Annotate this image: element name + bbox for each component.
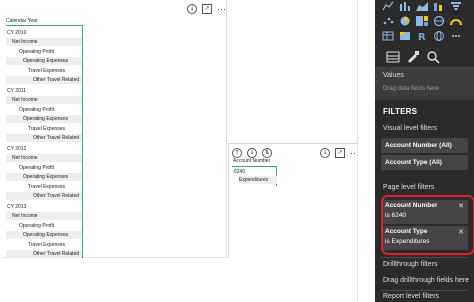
- matrix-row[interactable]: Travel Expenses: [6, 67, 82, 75]
- matrix-row[interactable]: Travel Expenses: [6, 241, 82, 249]
- matrix-row[interactable]: Operating Profit: [6, 48, 82, 56]
- table-column-header[interactable]: Account Number: [233, 158, 270, 164]
- table-row[interactable]: 6240: [234, 168, 245, 176]
- matrix-row-header[interactable]: Calendar Year: [6, 18, 83, 24]
- matrix-row[interactable]: Operating Expenses: [6, 57, 82, 66]
- visual-level-filters-label: Visual level filters: [383, 125, 437, 132]
- visual-filter-card[interactable]: Account Number (All): [381, 138, 468, 153]
- focus-mode-icon[interactable]: ↗: [202, 4, 212, 14]
- drillthrough-placeholder[interactable]: Drag drillthrough fields here: [383, 277, 469, 284]
- visual-header-toolbar: ↓ ↗ ⋯: [320, 147, 359, 159]
- table-visual[interactable]: ↑ ↓ ⇅ ↓ ↗ ⋯ Account Number 6240 Expenditu…: [228, 143, 359, 258]
- pane-tabs: [375, 46, 474, 68]
- matrix-row[interactable]: Operating Profit: [6, 106, 82, 114]
- drill-mode-icon[interactable]: ↓: [247, 148, 257, 158]
- analytics-tab-icon[interactable]: [425, 50, 441, 64]
- matrix-row[interactable]: Net Income: [6, 154, 82, 163]
- treemap-icon[interactable]: [416, 16, 428, 26]
- visual-header-toolbar: ↓ ↗ ⋯: [187, 3, 226, 15]
- matrix-row[interactable]: Other Travel Related: [6, 250, 82, 258]
- page-level-filters-label: Page level filters: [383, 184, 435, 191]
- canvas-scroll-area: [357, 0, 375, 302]
- drillthrough-filters-label: Drillthrough filters: [383, 261, 438, 268]
- matrix-icon[interactable]: [399, 31, 411, 41]
- matrix-row[interactable]: Operating Expenses: [6, 173, 82, 182]
- matrix-row[interactable]: Travel Expenses: [6, 125, 82, 133]
- filters-title: FILTERS: [383, 107, 418, 116]
- table-icon[interactable]: [382, 31, 394, 41]
- more-visuals-icon[interactable]: [450, 31, 462, 41]
- matrix-visual[interactable]: ↓ ↗ ⋯ Calendar Year CY 2010 Net Income Ope…: [2, 0, 227, 258]
- values-well[interactable]: Values Drag data fields here: [375, 68, 474, 100]
- matrix-row[interactable]: Other Travel Related: [6, 134, 82, 142]
- matrix-row[interactable]: Net Income: [6, 38, 82, 47]
- values-label: Values: [383, 72, 404, 79]
- map-icon[interactable]: [433, 16, 445, 26]
- matrix-group-header[interactable]: CY 2011: [6, 87, 82, 95]
- drill-down-icon[interactable]: ↓: [320, 148, 330, 158]
- matrix-row[interactable]: Operating Expenses: [6, 115, 82, 124]
- matrix-row[interactable]: Operating Expenses: [6, 231, 82, 240]
- values-placeholder: Drag data fields here: [383, 86, 439, 92]
- matrix-group-header[interactable]: CY 2012: [6, 145, 82, 153]
- fields-tab-icon[interactable]: [385, 50, 401, 64]
- svg-text:R: R: [418, 32, 426, 41]
- matrix-group-header[interactable]: CY 2013: [6, 203, 82, 211]
- matrix-row[interactable]: Net Income: [6, 212, 82, 221]
- matrix-row[interactable]: Travel Expenses: [6, 183, 82, 191]
- area-chart-icon[interactable]: [416, 1, 428, 11]
- focus-mode-icon[interactable]: ↗: [335, 148, 345, 158]
- gauge-icon[interactable]: [450, 16, 462, 26]
- matrix-group-header[interactable]: CY 2010: [6, 29, 82, 37]
- line-chart-icon[interactable]: [382, 1, 394, 11]
- table-body: 6240 Expenditures: [232, 166, 277, 186]
- filter-card-title: Account Type (All): [385, 159, 442, 166]
- expand-next-level-icon[interactable]: ⇅: [262, 148, 272, 158]
- bar-chart-icon[interactable]: [399, 1, 411, 11]
- table-row[interactable]: Expenditures: [239, 176, 277, 184]
- matrix-row[interactable]: Operating Profit: [6, 164, 82, 172]
- visualizations-pane: R Values Drag data fields here FILTERS V…: [375, 0, 474, 302]
- report-level-filters-label: Report level filters: [383, 293, 440, 300]
- matrix-row[interactable]: Other Travel Related: [6, 192, 82, 200]
- matrix-row[interactable]: Net Income: [6, 96, 82, 105]
- report-canvas: ↓ ↗ ⋯ Calendar Year CY 2010 Net Income Ope…: [0, 0, 375, 302]
- pie-chart-icon[interactable]: [399, 16, 411, 26]
- filter-card-title: Account Number (All): [385, 142, 452, 149]
- ribbon-chart-icon[interactable]: [433, 1, 445, 11]
- divider: [381, 290, 468, 291]
- visual-filter-card[interactable]: Account Type (All): [381, 155, 468, 170]
- divider: [381, 257, 468, 258]
- matrix-row[interactable]: Other Travel Related: [6, 76, 82, 84]
- matrix-row[interactable]: Operating Profit: [6, 222, 82, 230]
- page-filters-highlight: [381, 195, 474, 255]
- scatter-chart-icon[interactable]: [382, 16, 394, 26]
- visual-type-gallery: R: [380, 0, 470, 46]
- format-tab-icon[interactable]: [405, 50, 421, 64]
- globe-icon[interactable]: [433, 31, 445, 41]
- more-options-icon[interactable]: ⋯: [217, 4, 226, 14]
- funnel-icon[interactable]: [450, 1, 462, 11]
- r-script-icon[interactable]: R: [416, 31, 428, 41]
- drill-up-icon[interactable]: ↑: [232, 148, 242, 158]
- drill-down-icon[interactable]: ↓: [187, 4, 197, 14]
- matrix-body: CY 2010 Net Income Operating Profit Operati…: [6, 25, 83, 258]
